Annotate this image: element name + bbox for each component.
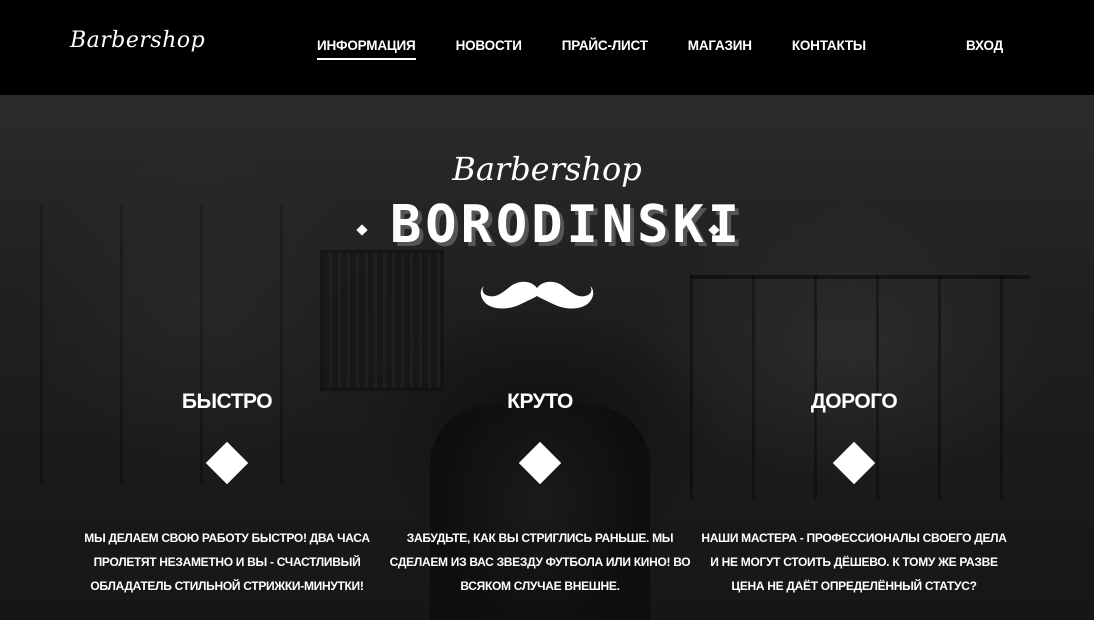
feature-title: КРУТО [507,390,573,413]
feature-text: МЫ ДЕЛАЕМ СВОЮ РАБОТУ БЫСТРО! ДВА ЧАСА П… [84,531,370,593]
nav-item-contacts[interactable]: КОНТАКТЫ [792,38,866,57]
site-header: Barbershop ИНФОРМАЦИЯ НОВОСТИ ПРАЙС-ЛИСТ… [0,0,1094,95]
hero-script-title: Barbershop [452,150,642,188]
feature-expensive: ДОРОГО НАШИ МАСТЕРА - ПРОФЕССИОНАЛЫ СВОЕ… [699,390,1009,598]
nav-item-price-list[interactable]: ПРАЙС-ЛИСТ [562,38,648,57]
nav-item-info[interactable]: ИНФОРМАЦИЯ [317,38,416,60]
feature-fast: БЫСТРО МЫ ДЕЛАЕМ СВОЮ РАБОТУ БЫСТРО! ДВА… [72,390,382,598]
diamond-icon [518,441,562,485]
hero-title: BORODINSKI [390,195,744,255]
feature-text: ЗАБУДЬТЕ, КАК ВЫ СТРИГЛИСЬ РАНЬШЕ. МЫ СД… [389,531,691,593]
nav-item-shop[interactable]: МАГАЗИН [688,38,752,57]
feature-text: НАШИ МАСТЕРА - ПРОФЕССИОНАЛЫ СВОЕГО ДЕЛА… [701,531,1007,593]
mustache-icon [480,281,594,309]
feature-cool: КРУТО ЗАБУДЬТЕ, КАК ВЫ СТРИГЛИСЬ РАНЬШЕ.… [385,390,695,598]
hero-section: Barbershop BORODINSKI БЫСТРО МЫ ДЕЛАЕМ С… [0,95,1094,620]
login-link[interactable]: ВХОД [966,38,1003,53]
feature-title: ДОРОГО [810,390,898,413]
nav-item-news[interactable]: НОВОСТИ [456,38,522,57]
diamond-icon [205,441,249,485]
diamond-icon [832,441,876,485]
logo[interactable]: Barbershop [70,28,205,53]
feature-title: БЫСТРО [181,390,273,413]
main-nav: ИНФОРМАЦИЯ НОВОСТИ ПРАЙС-ЛИСТ МАГАЗИН КО… [317,38,906,60]
